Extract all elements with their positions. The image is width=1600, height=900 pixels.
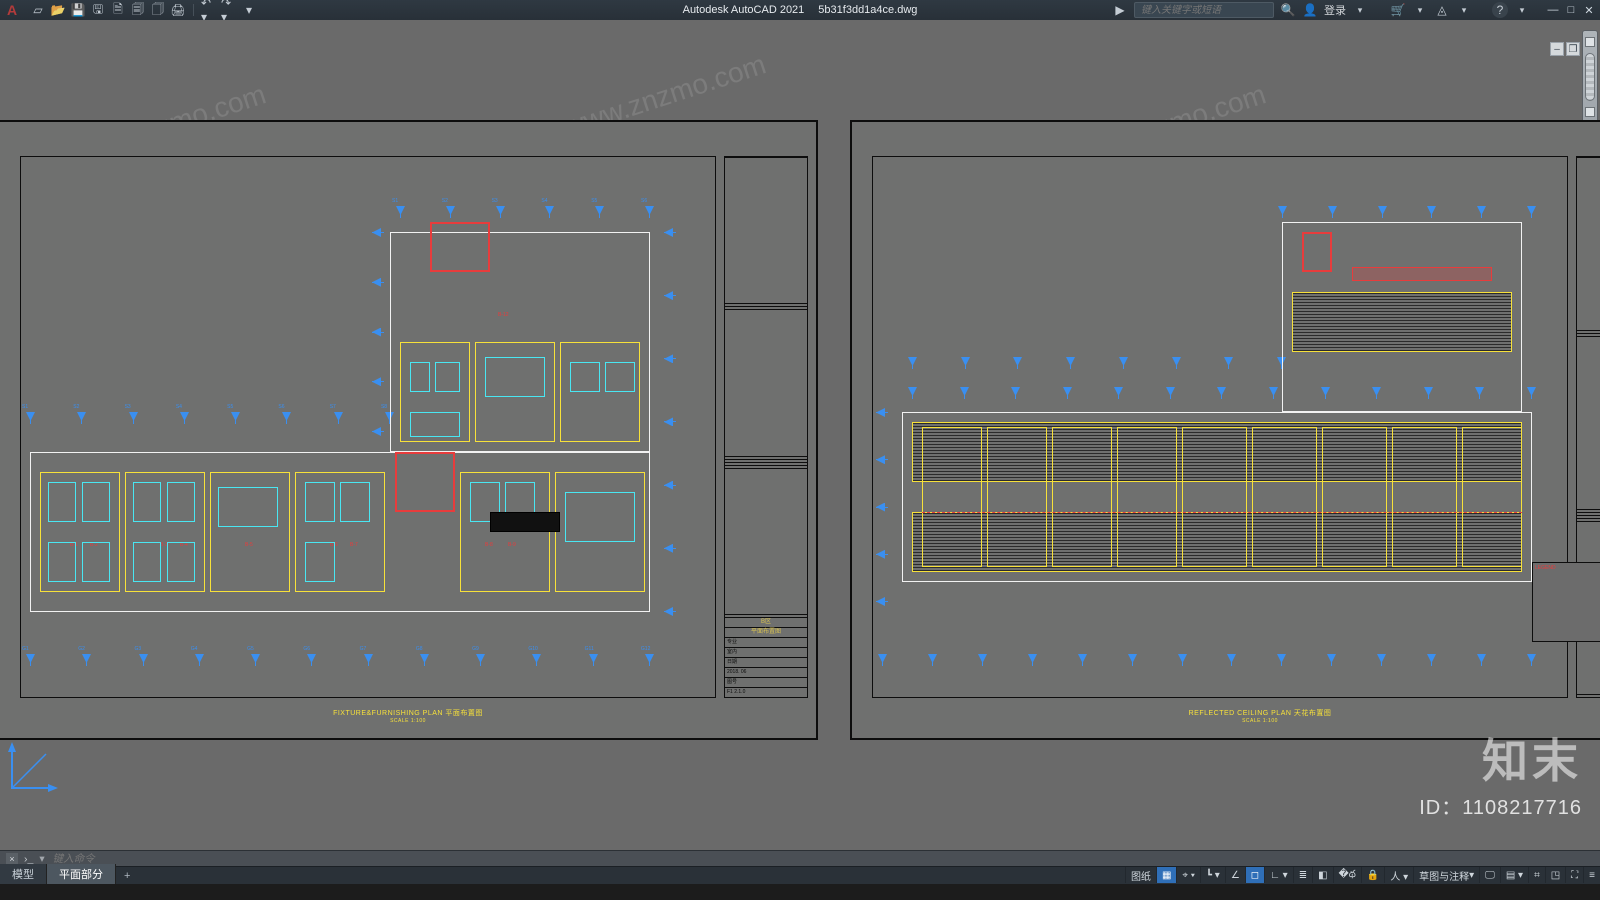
status-customize-icon[interactable]: ≡ (1583, 867, 1600, 883)
qat-print-icon[interactable]: 🖨 (170, 2, 186, 18)
tb-row: 室内 (725, 647, 807, 657)
qat-save-icon[interactable]: 💾 (70, 2, 86, 18)
search-input[interactable] (1139, 4, 1269, 17)
tb-name: 平面布置图 (725, 627, 807, 637)
qat-publish-icon[interactable]: 🗍 (150, 2, 166, 18)
sheet-furnishing-plan: B区 平面布置图 专业 室内 日期 2018. 06 图号 F1 2.1.0 (0, 120, 818, 740)
appstore-dd-icon[interactable]: ▾ (1456, 2, 1472, 18)
tb-row: 2018. 06 (725, 667, 807, 677)
status-otrack-icon[interactable]: ∟ ▾ (1264, 867, 1293, 883)
status-annoscale-dd[interactable]: 人 ▾ (1384, 867, 1413, 883)
drawing-title: FIXTURE&FURNISHING PLAN 平面布置图 SCALE 1:10… (333, 708, 483, 724)
status-hardware-icon[interactable]: ⌗ (1528, 867, 1545, 883)
help-dd-icon[interactable]: ▾ (1514, 2, 1530, 18)
floor-plan-drawing: B-12 B-1 B-2 B-3 B-4 B-5 B-6 B-7 B-8 B-9 (30, 212, 670, 652)
tab-model[interactable]: 模型 (0, 864, 47, 884)
room-label: B-12 (498, 312, 509, 318)
status-polar-icon[interactable]: ∠ (1225, 867, 1245, 883)
title-right: ▶ 🔍 👤 登录 ▾ 🛒 ▾ ◬ ▾ ? ▾ — □ ✕ (1112, 2, 1600, 18)
ucs-icon (6, 740, 60, 794)
ceiling-plan-drawing: LEGEND (882, 212, 1542, 652)
status-osnap-icon[interactable]: ◻ (1245, 867, 1264, 883)
app-logo[interactable]: A (2, 0, 22, 20)
window-controls: — □ ✕ (1546, 3, 1596, 17)
status-cleanscreen-icon[interactable]: ⛶ (1565, 867, 1583, 883)
title-bar: A ▱ 📂 💾 🖫 🗎 🗐 🗍 🖨 ↶ ▾ ↷ ▾ ▾ Autodesk Aut… (0, 0, 1600, 20)
nav-wheel-icon[interactable] (1585, 53, 1595, 101)
window-close-icon[interactable]: ✕ (1582, 3, 1596, 17)
status-monitor-icon[interactable]: 🖵 (1479, 867, 1500, 883)
nav-home-icon[interactable] (1585, 37, 1595, 47)
quick-access-toolbar: ▱ 📂 💾 🖫 🗎 🗐 🗍 🖨 ↶ ▾ ↷ ▾ ▾ (26, 2, 257, 18)
search-tip-icon: ▶ (1112, 2, 1128, 18)
room-label: B-8 (485, 542, 493, 548)
status-units-icon[interactable]: ▤ ▾ (1500, 867, 1528, 883)
status-cycling-icon[interactable]: �థ (1333, 867, 1361, 883)
appstore-icon[interactable]: ◬ (1434, 2, 1450, 18)
search-icon[interactable]: 🔍 (1280, 2, 1296, 18)
tab-add[interactable]: + (116, 868, 138, 884)
qat-more-icon[interactable]: ▾ (241, 2, 257, 18)
tb-row: 日期 (725, 657, 807, 667)
window-min-icon[interactable]: — (1546, 3, 1560, 17)
tb-row: F1 2.1.0 (725, 687, 807, 697)
qat-saveas-icon[interactable]: 🖫 (90, 2, 106, 18)
cart-dd-icon[interactable]: ▾ (1412, 2, 1428, 18)
room-label: B-9 (508, 542, 516, 548)
cmd-prompt-icon: ›_ (24, 853, 33, 865)
qat-undo-icon[interactable]: ↶ ▾ (201, 2, 217, 18)
status-grid-icon[interactable]: ▦ (1156, 867, 1176, 883)
status-transparency-icon[interactable]: ◧ (1312, 867, 1332, 883)
tb-zone: B区 (725, 617, 807, 627)
window-max-icon[interactable]: □ (1564, 3, 1578, 17)
drawing-title: REFLECTED CEILING PLAN 天花布置图 SCALE 1:100 (1189, 708, 1332, 724)
infocenter-search[interactable] (1134, 2, 1274, 18)
doc-min-icon[interactable]: – (1550, 42, 1564, 56)
tb-row: 图号 (725, 677, 807, 687)
exchange-cart-icon[interactable]: 🛒 (1390, 2, 1406, 18)
sheet-ceiling-plan: LEGEND REFLECTED CEILING PLAN 天花布置图 SCAL… (850, 120, 1600, 740)
qat-open-icon[interactable]: 📂 (50, 2, 66, 18)
qat-plotpreview-icon[interactable]: 🗎 (110, 2, 126, 18)
title-center: Autodesk AutoCAD 2021 5b31f3dd1a4ce.dwg (683, 4, 918, 16)
legend: LEGEND (1532, 562, 1600, 642)
status-isoviews-icon[interactable]: ◳ (1545, 867, 1565, 883)
cmd-close-icon[interactable]: × (6, 853, 18, 865)
status-ortho-icon[interactable]: ┗ ▾ (1200, 867, 1225, 883)
qat-plot-icon[interactable]: 🗐 (130, 2, 146, 18)
tab-layout[interactable]: 平面部分 (47, 864, 116, 884)
account-label[interactable]: 登录 (1324, 2, 1346, 18)
qat-redo-icon[interactable]: ↷ ▾ (221, 2, 237, 18)
room-label: B-7 (350, 542, 358, 548)
nav-pan-icon[interactable] (1585, 107, 1595, 117)
status-paper[interactable]: 图纸 (1125, 867, 1156, 883)
status-lineweight-icon[interactable]: ≣ (1293, 867, 1312, 883)
layout-tabs: 模型 平面部分 + 图纸 ▦ ⌖ ▾ ┗ ▾ ∠ ◻ ∟ ▾ ≣ ◧ �థ 🔒 … (0, 866, 1600, 884)
help-icon[interactable]: ? (1492, 2, 1508, 18)
account-dd-icon[interactable]: ▾ (1352, 2, 1368, 18)
status-annoscale-icon[interactable]: 🔒 (1361, 867, 1384, 883)
qat-new-icon[interactable]: ▱ (30, 2, 46, 18)
tb-row: 专业 (725, 637, 807, 647)
status-tray: 图纸 ▦ ⌖ ▾ ┗ ▾ ∠ ◻ ∟ ▾ ≣ ◧ �థ 🔒 人 ▾ 草图与注释 … (1125, 866, 1600, 884)
signage-block (490, 512, 560, 532)
title-block: B区 平面布置图 专业 室内 日期 2018. 06 图号 F1 2.1.0 (724, 156, 808, 698)
doc-max-icon[interactable]: ❐ (1566, 42, 1580, 56)
status-snap-icon[interactable]: ⌖ ▾ (1176, 867, 1200, 883)
account-icon[interactable]: 👤 (1302, 2, 1318, 18)
room-label: B-5 (245, 542, 253, 548)
file-name: 5b31f3dd1a4ce.dwg (818, 4, 917, 16)
drawing-viewport[interactable]: – ❐ × www.znzmo.com www.znzmo.com www.zn… (0, 20, 1600, 850)
status-workspace[interactable]: 草图与注释 ▾ (1413, 867, 1479, 883)
command-line[interactable]: × ›_ ▾ (0, 850, 1600, 866)
app-name: Autodesk AutoCAD 2021 (683, 4, 805, 16)
